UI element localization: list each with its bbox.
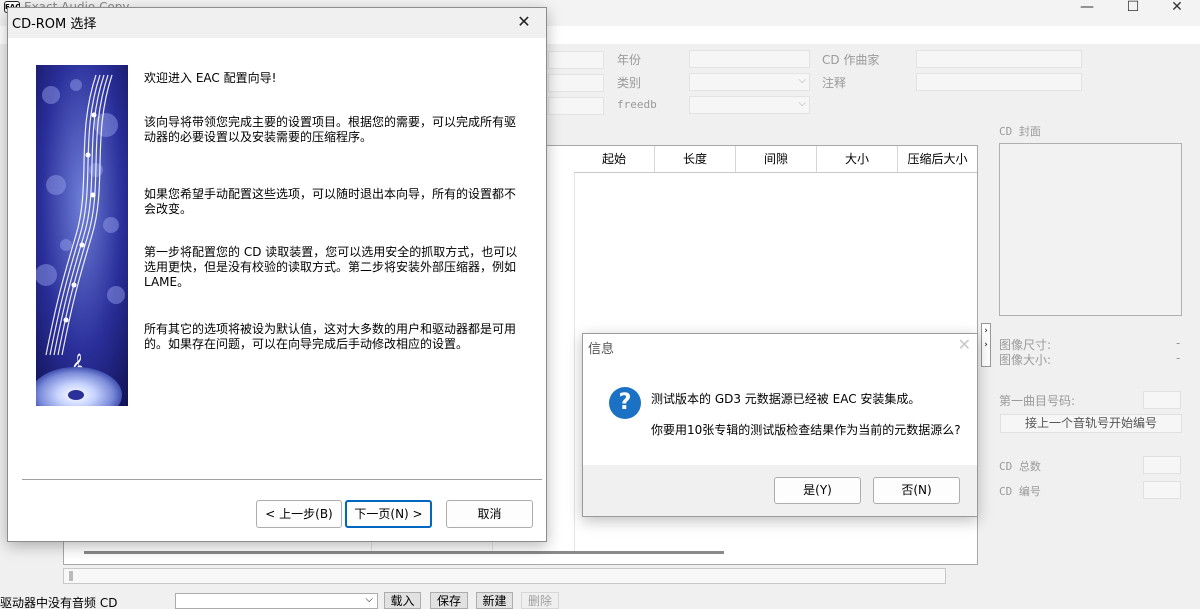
freedb-select[interactable]: ⌵ (689, 96, 810, 114)
cancel-button[interactable]: 取消 (446, 500, 533, 528)
position-slider[interactable] (63, 568, 946, 584)
wizard-divider (22, 479, 542, 480)
horizontal-scrollbar[interactable] (84, 551, 724, 554)
column-header-size[interactable]: 大小 (817, 146, 898, 173)
wizard-paragraph-3: 第一步将配置您的 CD 读取装置，您可以选用安全的抓取方式，也可以选用更快，但是… (144, 245, 518, 289)
no-button[interactable]: 否(N) (873, 477, 960, 504)
slider-thumb[interactable] (69, 571, 73, 581)
info-message-box: 信息 ✕ ? 测试版本的 GD3 元数据源已经被 EAC 安装集成。 你要用10… (582, 333, 978, 517)
wizard-close-button[interactable]: ✕ (506, 8, 542, 36)
chevron-down-icon: ⌵ (365, 594, 373, 605)
artist-field[interactable] (548, 74, 604, 92)
title-field[interactable] (548, 97, 604, 115)
maximize-button[interactable]: ☐ (1110, 0, 1156, 26)
column-divider (574, 173, 575, 553)
cover-image[interactable] (999, 143, 1182, 316)
wizard-paragraph-4: 所有其它的选项将被设为默认值，这对大多数的用户和驱动器都是可用的。如果存在问题，… (144, 322, 517, 351)
composer-field[interactable] (916, 50, 1082, 68)
year-label: 年份 (617, 53, 642, 67)
year-field[interactable] (689, 50, 810, 68)
back-button[interactable]: < 上一步(B) (256, 500, 342, 528)
load-button[interactable]: 载入 (384, 592, 421, 609)
new-button[interactable]: 新建 (476, 592, 513, 609)
column-header-length[interactable]: 长度 (655, 146, 736, 173)
image-size-value: - (1176, 336, 1181, 350)
genre-label: 类别 (617, 76, 642, 90)
column-header-gap[interactable]: 间隙 (736, 146, 817, 173)
chevron-down-icon: ⌵ (798, 75, 806, 86)
profile-select[interactable]: ⌵ (175, 593, 378, 609)
cd-total-field[interactable] (1143, 456, 1181, 474)
cover-label: CD 封面 (999, 125, 1041, 138)
wizard-title: CD-ROM 选择 (12, 17, 97, 32)
message-line-1: 测试版本的 GD3 元数据源已经被 EAC 安装集成。 (651, 392, 921, 406)
first-track-label: 第一曲目号码: (999, 394, 1076, 408)
wizard-paragraph-2: 如果您希望手动配置这些选项，可以随时退出本向导，所有的设置都不会改变。 (144, 187, 517, 216)
wizard-banner-image: 𝄞 (36, 65, 128, 406)
close-button[interactable]: ✕ (1154, 0, 1200, 26)
delete-button[interactable]: 删除 (521, 592, 559, 609)
wizard-welcome: 欢迎进入 EAC 配置向导! (144, 71, 277, 85)
expand-panel-icon[interactable]: › › (981, 323, 991, 367)
cd-number-field[interactable] (1143, 481, 1181, 499)
comment-label: 注释 (822, 76, 847, 90)
image-bytes-label: 图像大小: (999, 353, 1052, 367)
message-box-close-button[interactable]: ✕ (958, 335, 971, 354)
renumber-button[interactable]: 接上一个音轨号开始编号 (1000, 414, 1182, 433)
cd-number-label: CD 编号 (999, 485, 1041, 498)
message-box-title: 信息 (588, 342, 615, 357)
genre-select[interactable]: ⌵ (689, 73, 810, 91)
wizard-paragraph-1: 该向导将带领您完成主要的设置项目。根据您的需要，可以完成所有驱动器的必要设置以及… (144, 115, 517, 144)
next-button[interactable]: 下一页(N) > (345, 500, 432, 528)
freedb-label: freedb (617, 98, 657, 111)
cd-total-label: CD 总数 (999, 460, 1041, 473)
comment-field[interactable] (916, 73, 1082, 91)
question-icon: ? (609, 387, 641, 419)
save-button[interactable]: 保存 (430, 592, 468, 609)
first-track-field[interactable] (1143, 391, 1181, 409)
composer-label: CD 作曲家 (822, 53, 880, 67)
column-header-start[interactable]: 起始 (574, 146, 655, 173)
chevron-down-icon: ⌵ (798, 98, 806, 109)
yes-button[interactable]: 是(Y) (774, 477, 861, 504)
cdrom-wizard-dialog: CD-ROM 选择 ✕ 𝄞 欢迎进入 EAC 配置向导! 该向导将带领您完成主要… (7, 7, 547, 542)
image-bytes-value: - (1176, 351, 1181, 365)
status-text: 驱动器中没有音频 CD (0, 596, 118, 609)
album-field[interactable] (548, 51, 604, 69)
column-header-compressed-size[interactable]: 压缩后大小 (898, 146, 977, 173)
message-line-2: 你要用10张专辑的测试版检查结果作为当前的元数据源么? (651, 423, 961, 437)
wizard-body: 𝄞 欢迎进入 EAC 配置向导! 该向导将带领您完成主要的设置项目。根据您的需要… (8, 38, 546, 541)
minimize-button[interactable]: — (1064, 0, 1110, 26)
